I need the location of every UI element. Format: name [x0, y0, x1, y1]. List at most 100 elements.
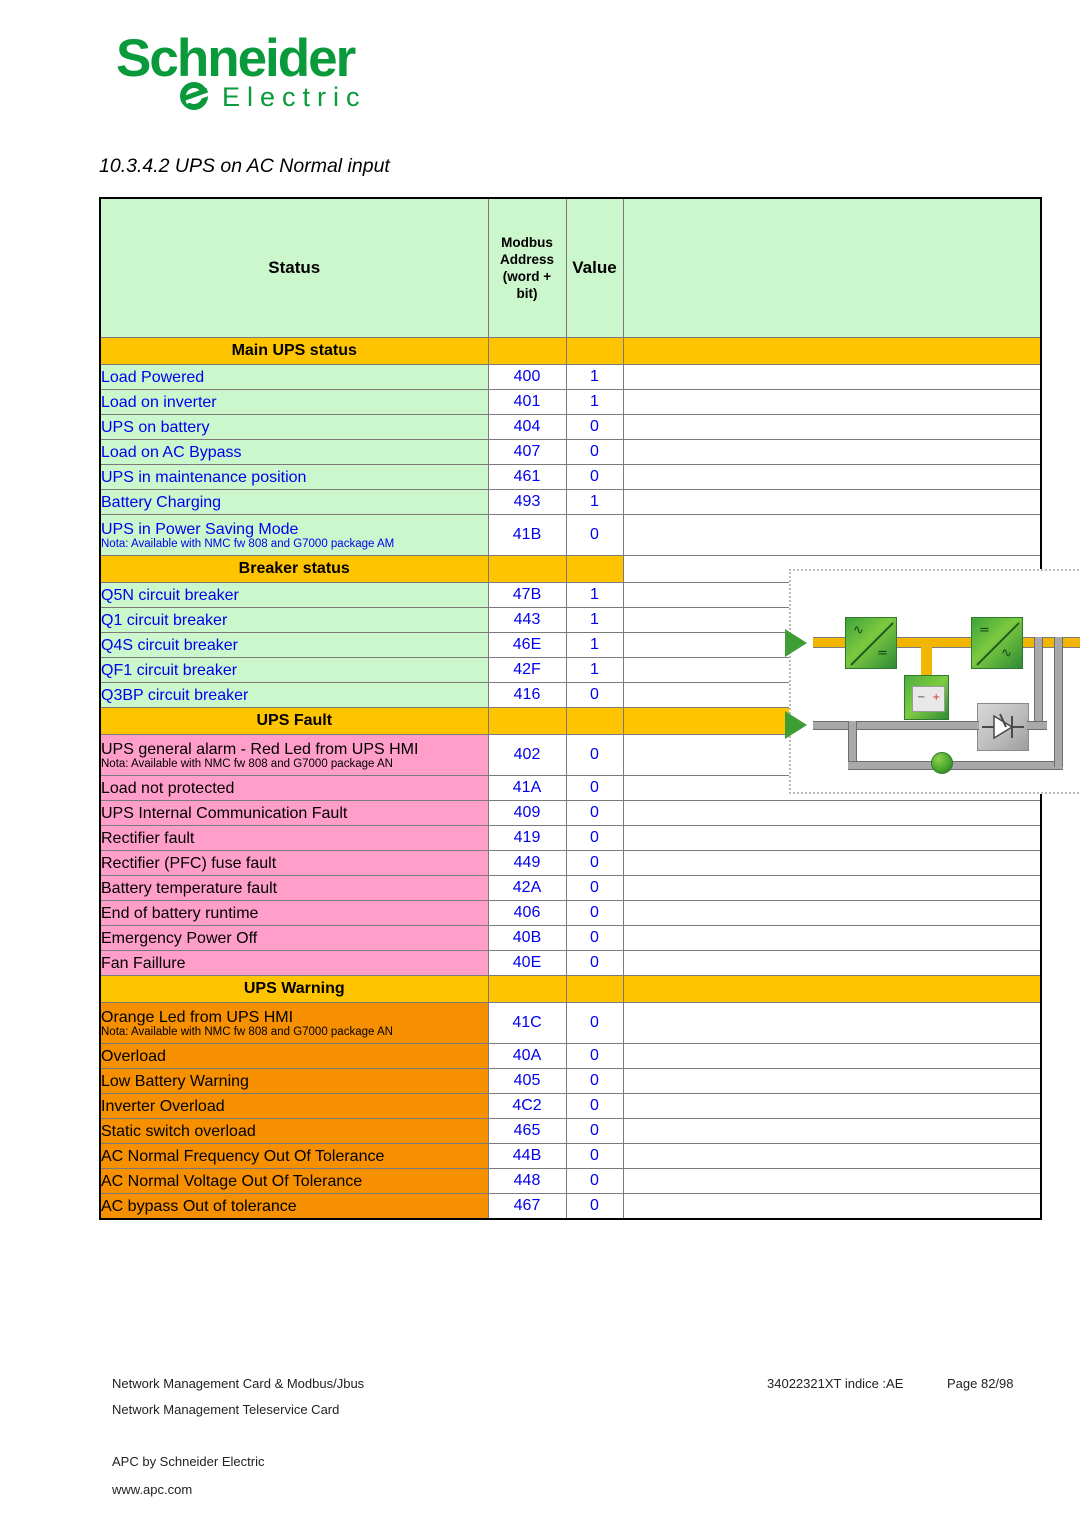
- battery-plus-symbol: +: [932, 692, 941, 703]
- table-row: Rectifier fault 419 0: [99, 825, 1042, 851]
- column-header-modbus-address: Modbus Address (word + bit): [487, 197, 567, 338]
- value-cell: 0: [565, 925, 624, 951]
- column-header-value: Value: [565, 197, 624, 338]
- table-row: UPS in maintenance position 461 0: [99, 464, 1042, 490]
- output-riser-wire: [1054, 637, 1063, 767]
- table-row: UPS in Power Saving Mode Nota: Available …: [99, 514, 1042, 556]
- status-label-cell: Q5N circuit breaker: [99, 582, 489, 608]
- status-label: Q1 circuit breaker: [101, 611, 228, 629]
- inverter-block-icon: = ∿: [971, 617, 1023, 669]
- modbus-address-cell: 419: [487, 825, 567, 851]
- table-row: AC Normal Voltage Out Of Tolerance 448 0: [99, 1168, 1042, 1194]
- status-label: Rectifier fault: [101, 829, 195, 847]
- section-band-value-cell: [565, 707, 624, 735]
- section-band-row: Main UPS status: [99, 337, 1042, 365]
- status-label: Q5N circuit breaker: [101, 586, 239, 604]
- status-label: Load on AC Bypass: [101, 443, 242, 461]
- ac-normal-input-arrow-icon: [785, 629, 807, 657]
- status-label: Low Battery Warning: [101, 1072, 249, 1090]
- value-cell: 0: [565, 1118, 624, 1144]
- diagram-cell: [622, 875, 1042, 901]
- table-row: Low Battery Warning 405 0: [99, 1068, 1042, 1094]
- modbus-address-cell: 493: [487, 489, 567, 515]
- addr-line-3: (word +: [502, 269, 552, 284]
- page-footer: Network Management Card & Modbus/Jbus 34…: [112, 1376, 1042, 1497]
- diagram-cell: [622, 800, 1042, 826]
- modbus-address-cell: 449: [487, 850, 567, 876]
- diagram-cell: [622, 1143, 1042, 1169]
- modbus-address-cell: 401: [487, 389, 567, 415]
- status-label-cell: Rectifier fault: [99, 825, 489, 851]
- status-label-cell: Load not protected: [99, 775, 489, 801]
- value-cell: 0: [565, 800, 624, 826]
- value-cell: 0: [565, 875, 624, 901]
- value-cell: 0: [565, 900, 624, 926]
- footer-subtitle: Network Management Teleservice Card: [112, 1402, 340, 1417]
- status-label-cell: Emergency Power Off: [99, 925, 489, 951]
- value-cell: 0: [565, 464, 624, 490]
- diagram-cell: [622, 1118, 1042, 1144]
- schneider-mark-icon: [178, 80, 214, 114]
- value-cell: 0: [565, 825, 624, 851]
- modbus-address-cell: 4C2: [487, 1093, 567, 1119]
- table-row: End of battery runtime 406 0: [99, 900, 1042, 926]
- value-cell: 0: [565, 1143, 624, 1169]
- status-label-cell: AC bypass Out of tolerance: [99, 1193, 489, 1220]
- status-label-cell: Low Battery Warning: [99, 1068, 489, 1094]
- value-cell: 0: [565, 1002, 624, 1044]
- modbus-address-cell: 467: [487, 1193, 567, 1220]
- rectifier-block-icon: ∿ =: [845, 617, 897, 669]
- value-cell: 0: [565, 414, 624, 440]
- status-label-cell: Load on inverter: [99, 389, 489, 415]
- table-row: Fan Faillure 40E 0: [99, 950, 1042, 976]
- modbus-address-cell: 443: [487, 607, 567, 633]
- value-cell: 0: [565, 682, 624, 708]
- status-label-cell: Battery Charging: [99, 489, 489, 515]
- footer-reference: 34022321XT indice :AE: [767, 1376, 904, 1391]
- inverter-dc-symbol: =: [979, 623, 990, 638]
- diagram-cell: [622, 925, 1042, 951]
- table-row: Orange Led from UPS HMI Nota: Available w…: [99, 1002, 1042, 1044]
- section-title: UPS Fault: [99, 707, 489, 735]
- modbus-address-cell: 40E: [487, 950, 567, 976]
- earth-globe-icon: [931, 752, 953, 774]
- value-cell: 0: [565, 775, 624, 801]
- diagram-cell: [622, 364, 1042, 390]
- section-heading: 10.3.4.2 UPS on AC Normal input: [99, 155, 390, 177]
- value-cell: 0: [565, 950, 624, 976]
- value-cell: 0: [565, 514, 624, 556]
- addr-line-1: Modbus: [501, 235, 553, 250]
- diagram-cell: [622, 514, 1042, 556]
- modbus-address-cell: 47B: [487, 582, 567, 608]
- modbus-address-cell: 405: [487, 1068, 567, 1094]
- status-label: Orange Led from UPS HMI: [101, 1008, 294, 1026]
- value-cell: 0: [565, 1043, 624, 1069]
- diagram-cell: [622, 389, 1042, 415]
- ups-single-line-diagram: ∿ = = ∿ − +: [785, 569, 1080, 794]
- section-band-address-cell: [487, 707, 567, 735]
- modbus-address-cell: 40B: [487, 925, 567, 951]
- value-cell: 0: [565, 1193, 624, 1220]
- status-label-cell: AC Normal Voltage Out Of Tolerance: [99, 1168, 489, 1194]
- section-band-value-cell: [565, 975, 624, 1003]
- status-label: UPS in Power Saving Mode: [101, 520, 299, 538]
- section-band-address-cell: [487, 975, 567, 1003]
- footer-document-title: Network Management Card & Modbus/Jbus: [112, 1376, 365, 1391]
- status-label: Overload: [101, 1047, 166, 1065]
- diagram-cell: [622, 1168, 1042, 1194]
- modbus-address-cell: 416: [487, 682, 567, 708]
- diagram-cell: [622, 950, 1042, 976]
- value-cell: 1: [565, 389, 624, 415]
- value-cell: 0: [565, 439, 624, 465]
- section-band-row: UPS Warning: [99, 975, 1042, 1003]
- table-row: Emergency Power Off 40B 0: [99, 925, 1042, 951]
- rectifier-ac-symbol: ∿: [853, 623, 864, 638]
- table-row: Battery Charging 493 1: [99, 489, 1042, 515]
- status-label-cell: UPS in maintenance position: [99, 464, 489, 490]
- value-cell: 1: [565, 364, 624, 390]
- value-cell: 0: [565, 1093, 624, 1119]
- status-label: Load on inverter: [101, 393, 217, 411]
- status-label: UPS on battery: [101, 418, 210, 436]
- diagram-cell: [622, 1068, 1042, 1094]
- value-cell: 1: [565, 657, 624, 683]
